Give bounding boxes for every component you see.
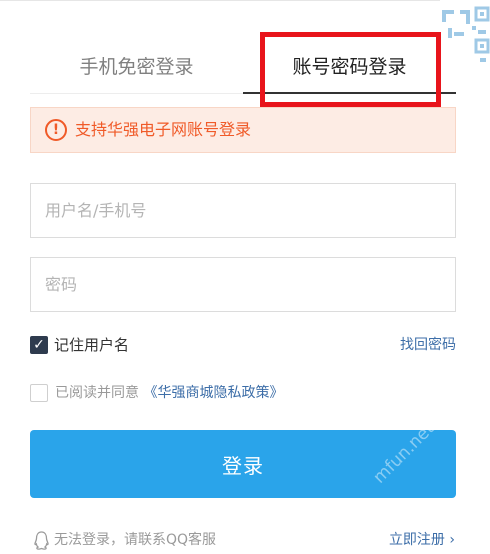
remember-label: 记住用户名 [54, 336, 130, 354]
active-tab-underline [243, 92, 456, 94]
help-text: 无法登录，请联系QQ客服 [54, 532, 217, 548]
checkbox-unchecked-icon[interactable] [30, 384, 48, 402]
qq-penguin-icon [34, 531, 49, 550]
login-button[interactable]: 登录 [30, 430, 456, 498]
agreement-prefix: 已阅读并同意 [55, 385, 139, 401]
top-border-line [0, 0, 440, 1]
checkbox-checked-icon[interactable]: ✓ [30, 336, 48, 354]
exclamation-circle-icon: ! [45, 119, 67, 141]
username-input[interactable] [31, 184, 455, 237]
alert-text: 支持华强电子网账号登录 [75, 120, 252, 139]
password-field [30, 257, 456, 312]
register-link[interactable]: 立即注册 › [389, 528, 455, 552]
password-input[interactable] [31, 258, 455, 311]
info-alert: ! 支持华强电子网账号登录 [30, 107, 456, 153]
tab-sms-login[interactable]: 手机免密登录 [30, 40, 243, 94]
agreement-text: 已阅读并同意 《华强商城隐私政策》 [55, 382, 283, 404]
username-field [30, 183, 456, 238]
forgot-password-link[interactable]: 找回密码 [400, 334, 456, 356]
privacy-policy-link[interactable]: 《华强商城隐私政策》 [143, 385, 283, 401]
tab-account-login[interactable]: 账号密码登录 [243, 40, 456, 94]
login-tabs: 手机免密登录 账号密码登录 [30, 40, 456, 94]
